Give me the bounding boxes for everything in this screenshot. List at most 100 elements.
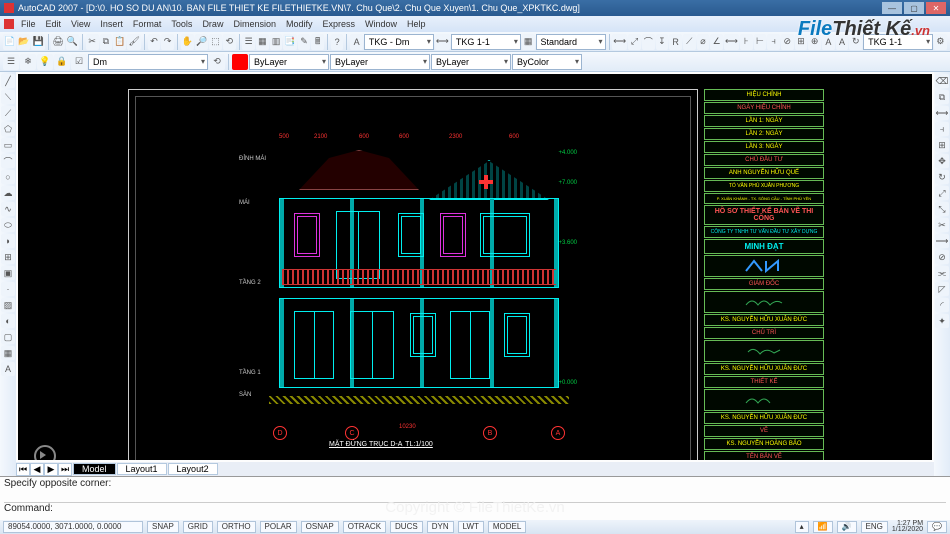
layer-lock-icon[interactable]: 🔒: [54, 54, 70, 70]
circle-icon[interactable]: ○: [1, 170, 15, 184]
dim-arc-icon[interactable]: ⌒: [642, 34, 655, 50]
tab-next-icon[interactable]: ▶: [44, 463, 58, 476]
dimstyle-manager-icon[interactable]: ⚙: [934, 34, 947, 50]
dim-aligned-icon[interactable]: ⤢: [628, 34, 641, 50]
plotstyle-dropdown[interactable]: ByColor: [512, 54, 582, 70]
layer-off-icon[interactable]: 💡: [37, 54, 53, 70]
lineweight-dropdown[interactable]: ByLayer: [431, 54, 511, 70]
new-icon[interactable]: 📄: [3, 34, 16, 50]
print-icon[interactable]: 🖨: [51, 34, 64, 50]
hatch-icon[interactable]: ▨: [1, 298, 15, 312]
tablestyle-dropdown[interactable]: Standard: [536, 34, 606, 50]
mtext-icon[interactable]: A: [1, 362, 15, 376]
layer-dropdown[interactable]: Dm: [88, 54, 208, 70]
tray-volume-icon[interactable]: 🔊: [837, 521, 857, 533]
dim-ordinate-icon[interactable]: ↧: [656, 34, 669, 50]
stretch-icon[interactable]: ⤡: [935, 202, 949, 216]
point-icon[interactable]: ·: [1, 282, 15, 296]
tab-layout1[interactable]: Layout1: [117, 463, 167, 475]
notifications-icon[interactable]: 💬: [927, 521, 947, 533]
layer-previous-icon[interactable]: ⟲: [209, 54, 225, 70]
help-icon[interactable]: ?: [331, 34, 344, 50]
zoom-window-icon[interactable]: ⬚: [209, 34, 222, 50]
cut-icon[interactable]: ✂: [86, 34, 99, 50]
dim-tool-icon[interactable]: A: [350, 34, 363, 50]
menu-window[interactable]: Window: [360, 19, 402, 29]
dim-break-icon[interactable]: ⊘: [781, 34, 794, 50]
tab-layout2[interactable]: Layout2: [168, 463, 218, 475]
break-icon[interactable]: ⊘: [935, 250, 949, 264]
toolpalette-icon[interactable]: ▥: [270, 34, 283, 50]
dim-diameter-icon[interactable]: ⌀: [697, 34, 710, 50]
tab-last-icon[interactable]: ⏭: [58, 463, 72, 476]
toggle-lwt[interactable]: LWT: [458, 521, 484, 533]
extend-icon[interactable]: ⟶: [935, 234, 949, 248]
polygon-icon[interactable]: ⬠: [1, 122, 15, 136]
move-icon[interactable]: ✥: [935, 154, 949, 168]
open-icon[interactable]: 📂: [17, 34, 30, 50]
pan-icon[interactable]: ✋: [181, 34, 194, 50]
toggle-ducs[interactable]: DUCS: [390, 521, 423, 533]
menu-view[interactable]: View: [66, 19, 95, 29]
minimize-button[interactable]: —: [882, 2, 902, 14]
arc-icon[interactable]: ⌒: [1, 154, 15, 168]
dim-continue-icon[interactable]: ⊢: [754, 34, 767, 50]
dim-icon[interactable]: ⟷: [435, 34, 450, 50]
menu-draw[interactable]: Draw: [197, 19, 228, 29]
undo-icon[interactable]: ↶: [148, 34, 161, 50]
redo-icon[interactable]: ↷: [161, 34, 174, 50]
tab-model[interactable]: Model: [73, 463, 116, 475]
chamfer-icon[interactable]: ◸: [935, 282, 949, 296]
tab-prev-icon[interactable]: ◀: [30, 463, 44, 476]
menu-tools[interactable]: Tools: [166, 19, 197, 29]
dim-baseline-icon[interactable]: ⊦: [740, 34, 753, 50]
make-block-icon[interactable]: ▣: [1, 266, 15, 280]
dim-quick-icon[interactable]: ⟷: [724, 34, 739, 50]
explode-icon[interactable]: ✦: [935, 314, 949, 328]
erase-icon[interactable]: ⌫: [935, 74, 949, 88]
menu-edit[interactable]: Edit: [41, 19, 67, 29]
ellipse-arc-icon[interactable]: ◗: [1, 234, 15, 248]
designcenter-icon[interactable]: ▦: [256, 34, 269, 50]
markup-icon[interactable]: ✎: [298, 34, 311, 50]
copy-icon[interactable]: ⧉: [100, 34, 113, 50]
rotate-icon[interactable]: ↻: [935, 170, 949, 184]
xline-icon[interactable]: ⟍: [1, 90, 15, 104]
tab-first-icon[interactable]: ⏮: [16, 463, 30, 476]
fillet-icon[interactable]: ◜: [935, 298, 949, 312]
layer-props-icon[interactable]: ☰: [3, 54, 19, 70]
toggle-snap[interactable]: SNAP: [147, 521, 179, 533]
tray-chevron-icon[interactable]: ▴: [795, 521, 809, 533]
offset-icon[interactable]: ⫞: [935, 122, 949, 136]
menu-modify[interactable]: Modify: [281, 19, 318, 29]
toggle-osnap[interactable]: OSNAP: [301, 521, 339, 533]
rectangle-icon[interactable]: ▭: [1, 138, 15, 152]
command-prompt[interactable]: Command:: [4, 502, 946, 514]
dim-radius-icon[interactable]: R: [669, 34, 682, 50]
textstyle-dropdown[interactable]: TKG - Dm: [364, 34, 434, 50]
sheetset-icon[interactable]: 📑: [283, 34, 296, 50]
mirror-icon[interactable]: ⟷: [935, 106, 949, 120]
toggle-model[interactable]: MODEL: [488, 521, 526, 533]
close-button[interactable]: ✕: [926, 2, 946, 14]
ellipse-icon[interactable]: ⬭: [1, 218, 15, 232]
toggle-otrack[interactable]: OTRACK: [343, 521, 386, 533]
maximize-button[interactable]: ▢: [904, 2, 924, 14]
region-icon[interactable]: ▢: [1, 330, 15, 344]
menu-help[interactable]: Help: [402, 19, 431, 29]
drawing-canvas[interactable]: 500 2100 600 600 2300 600 10230 +7.000 +…: [18, 74, 932, 460]
array-icon[interactable]: ⊞: [935, 138, 949, 152]
tray-network-icon[interactable]: 📶: [813, 521, 833, 533]
insert-block-icon[interactable]: ⊞: [1, 250, 15, 264]
calc-icon[interactable]: 🖩: [311, 34, 324, 50]
spline-icon[interactable]: ∿: [1, 202, 15, 216]
layer-freeze-icon[interactable]: ❄: [20, 54, 36, 70]
scale-icon[interactable]: ⤢: [935, 186, 949, 200]
tray-lang[interactable]: ENG: [861, 521, 888, 533]
revcloud-icon[interactable]: ☁: [1, 186, 15, 200]
dim-linear-icon[interactable]: ⟷: [612, 34, 627, 50]
menu-express[interactable]: Express: [318, 19, 361, 29]
menu-format[interactable]: Format: [128, 19, 167, 29]
table-icon[interactable]: ▦: [522, 34, 535, 50]
matchprop-icon[interactable]: 🖌: [127, 34, 140, 50]
